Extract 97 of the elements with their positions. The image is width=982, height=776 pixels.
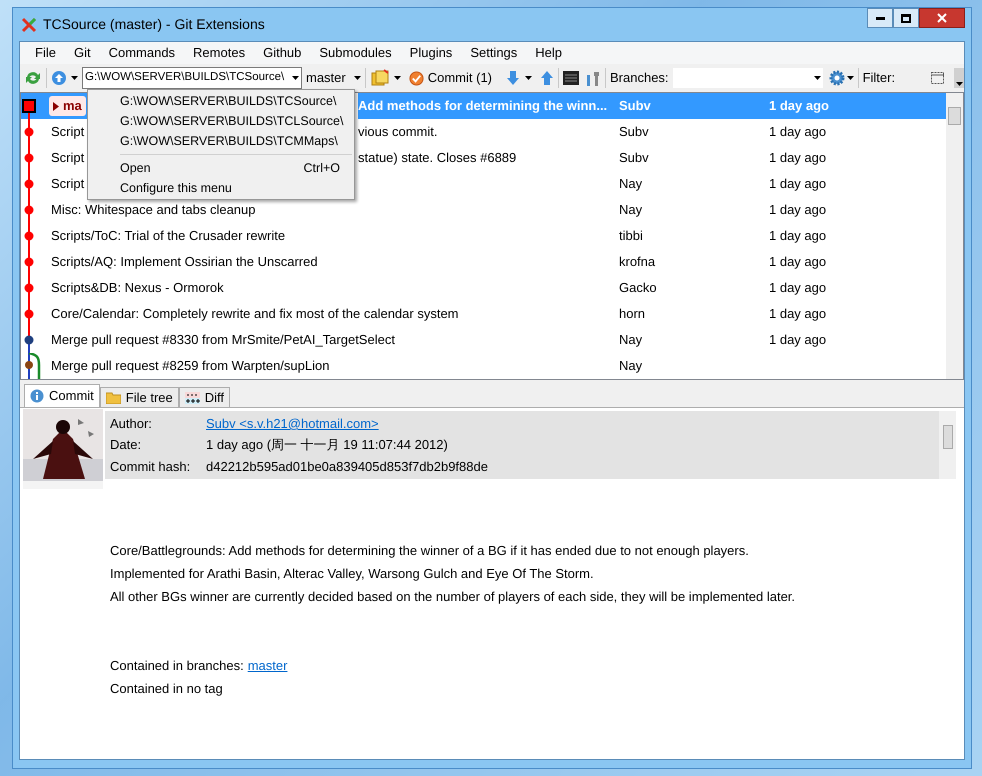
detail-tab[interactable]: Commit bbox=[24, 384, 100, 407]
menu-item[interactable]: Git bbox=[74, 43, 91, 63]
close-button[interactable] bbox=[919, 8, 965, 28]
field-value: 1 day ago (周一 十一月 19 11:07:44 2012) bbox=[206, 436, 448, 454]
menu-item[interactable]: File bbox=[35, 43, 56, 63]
shortcut-text: Ctrl+O bbox=[304, 160, 340, 177]
branches-label: Branches: bbox=[610, 69, 669, 88]
graph-cell[interactable] bbox=[21, 93, 49, 119]
message-cell[interactable]: vious commit. bbox=[358, 119, 619, 145]
stash-folders-icon[interactable] bbox=[370, 69, 390, 87]
menu-entry[interactable]: Configure this menu bbox=[120, 178, 340, 198]
diff-icon bbox=[184, 392, 200, 404]
branches-text: Contained in branches: bbox=[110, 657, 244, 675]
menu-entry[interactable]: Open bbox=[120, 158, 304, 178]
repository-path-combobox[interactable]: G:\WOW\SERVER\BUILDS\TCSource\ bbox=[82, 67, 302, 89]
message-cell[interactable]: statue) state. Closes #6889 bbox=[358, 145, 619, 171]
menu-item[interactable]: Commands bbox=[108, 43, 176, 63]
field-value: d42212b595ad01be0a839405d853f7db2b9f88de bbox=[206, 458, 488, 476]
author-cell[interactable]: Subv bbox=[619, 119, 769, 145]
date-cell[interactable]: 1 day ago bbox=[769, 171, 946, 197]
commit-button[interactable]: Commit (1) bbox=[408, 68, 492, 88]
date-cell[interactable]: 1 day ago bbox=[769, 301, 946, 327]
menu-item[interactable]: Submodules bbox=[319, 43, 392, 63]
author-cell[interactable]: Gacko bbox=[619, 275, 769, 301]
author-cell[interactable]: Nay bbox=[619, 327, 769, 353]
message-cell[interactable]: Core/Calendar: Completely rewrite and fix most of the calendar system bbox=[49, 301, 619, 327]
message-cell[interactable]: Script bbox=[49, 145, 89, 171]
settings-icon[interactable] bbox=[828, 70, 845, 86]
menu-entry[interactable]: G:\WOW\SERVER\BUILDS\TCSource\ bbox=[120, 92, 340, 110]
detail-tab[interactable]: File tree bbox=[100, 387, 179, 407]
folder-icon bbox=[106, 392, 121, 404]
date-cell[interactable]: 1 day ago bbox=[769, 249, 946, 275]
menu-item[interactable]: Help bbox=[535, 43, 562, 63]
menu-item[interactable]: Settings bbox=[470, 43, 518, 63]
down-arrow-icon[interactable] bbox=[506, 70, 520, 86]
commit-message-line: Core/Battlegrounds: Add methods for determining the winner of a BG if it has ended due to not enough players. bbox=[110, 542, 750, 560]
up-arrow-icon[interactable] bbox=[540, 70, 554, 86]
window-icon[interactable] bbox=[931, 72, 944, 84]
date-cell[interactable]: 1 day ago bbox=[769, 119, 946, 145]
date-cell[interactable]: 1 day ago bbox=[769, 327, 946, 353]
info-icon bbox=[30, 389, 44, 403]
message-cell[interactable]: Misc: Whitespace and tabs cleanup bbox=[49, 197, 619, 223]
author-cell[interactable]: Nay bbox=[619, 197, 769, 223]
menu-item[interactable]: Remotes bbox=[193, 43, 246, 63]
tags-text: Contained in no tag bbox=[110, 680, 224, 698]
filter-label: Filter: bbox=[862, 69, 896, 88]
close-icon[interactable] bbox=[937, 13, 947, 23]
message-cell[interactable]: Script bbox=[49, 171, 89, 197]
branch-combobox[interactable]: master bbox=[306, 68, 361, 88]
menu-item[interactable]: Github bbox=[263, 43, 302, 63]
detail-tab[interactable]: Diff bbox=[178, 387, 230, 407]
message-cell[interactable]: Scripts&DB: Nexus - Ormorok bbox=[49, 275, 619, 301]
vertical-scrollbar[interactable] bbox=[939, 411, 956, 479]
author-cell[interactable]: Subv bbox=[619, 145, 769, 171]
menu-item[interactable]: Plugins bbox=[410, 43, 452, 63]
caret-icon[interactable] bbox=[394, 76, 401, 80]
message-cell[interactable]: Script bbox=[49, 119, 89, 145]
caret-icon[interactable] bbox=[525, 76, 532, 80]
field-label: Date: bbox=[110, 436, 142, 454]
author-cell[interactable]: horn bbox=[619, 301, 769, 327]
menu-entry[interactable]: G:\WOW\SERVER\BUILDS\TCMMaps\ bbox=[120, 132, 340, 150]
console-icon[interactable] bbox=[563, 71, 580, 85]
author-cell[interactable]: krofna bbox=[619, 249, 769, 275]
overflow-button[interactable] bbox=[954, 68, 964, 88]
tools-icon[interactable] bbox=[585, 70, 602, 86]
message-cell[interactable]: Scripts/AQ: Implement Ossirian the Unscarred bbox=[49, 249, 619, 275]
triangle-icon bbox=[53, 102, 59, 110]
message-cell[interactable]: Merge pull request #8330 from MrSmite/PetAI_TargetSelect bbox=[49, 327, 619, 353]
field-label: Commit hash: bbox=[110, 458, 192, 476]
caret-icon[interactable] bbox=[354, 76, 361, 80]
commit-message-line: All other BGs winner are currently decided based on the number of players of each side, they will be implemented later. bbox=[110, 588, 796, 606]
caret-icon[interactable] bbox=[956, 82, 962, 86]
author-cell[interactable]: Nay bbox=[619, 353, 769, 379]
branch-link[interactable]: master bbox=[248, 654, 288, 677]
date-cell[interactable]: 1 day ago bbox=[769, 197, 946, 223]
app-logo-icon bbox=[21, 16, 37, 32]
caret-icon[interactable] bbox=[846, 76, 854, 80]
maximize-button[interactable] bbox=[893, 8, 919, 28]
author-cell[interactable]: Nay bbox=[619, 171, 769, 197]
window-title: TCSource (master) - Git Extensions bbox=[43, 15, 265, 34]
author-cell[interactable]: tibbi bbox=[619, 223, 769, 249]
caret-icon[interactable] bbox=[71, 76, 78, 80]
author-link[interactable]: Subv <s.v.h21@hotmail.com> bbox=[206, 414, 379, 434]
date-cell[interactable]: 1 day ago bbox=[769, 223, 946, 249]
check-circle-icon[interactable] bbox=[408, 70, 424, 86]
message-cell[interactable]: Merge pull request #8259 from Warpten/supLion bbox=[49, 353, 619, 379]
menu-entry[interactable]: G:\WOW\SERVER\BUILDS\TCLSource\ bbox=[120, 112, 344, 130]
caret-icon[interactable] bbox=[292, 76, 299, 80]
caret-icon[interactable] bbox=[814, 76, 821, 80]
vertical-scrollbar[interactable] bbox=[946, 93, 963, 379]
date-cell[interactable]: 1 day ago bbox=[769, 275, 946, 301]
field-label: Author: bbox=[110, 414, 153, 433]
refresh-icon[interactable] bbox=[24, 70, 42, 86]
message-cell[interactable]: Scripts/ToC: Trial of the Crusader rewrite bbox=[49, 223, 619, 249]
commit-message-line: Implemented for Arathi Basin, Alterac Valley, Warsong Gulch and Eye Of The Storm. bbox=[110, 565, 595, 583]
minimize-button[interactable] bbox=[867, 8, 893, 28]
date-cell[interactable]: 1 day ago bbox=[769, 145, 946, 171]
